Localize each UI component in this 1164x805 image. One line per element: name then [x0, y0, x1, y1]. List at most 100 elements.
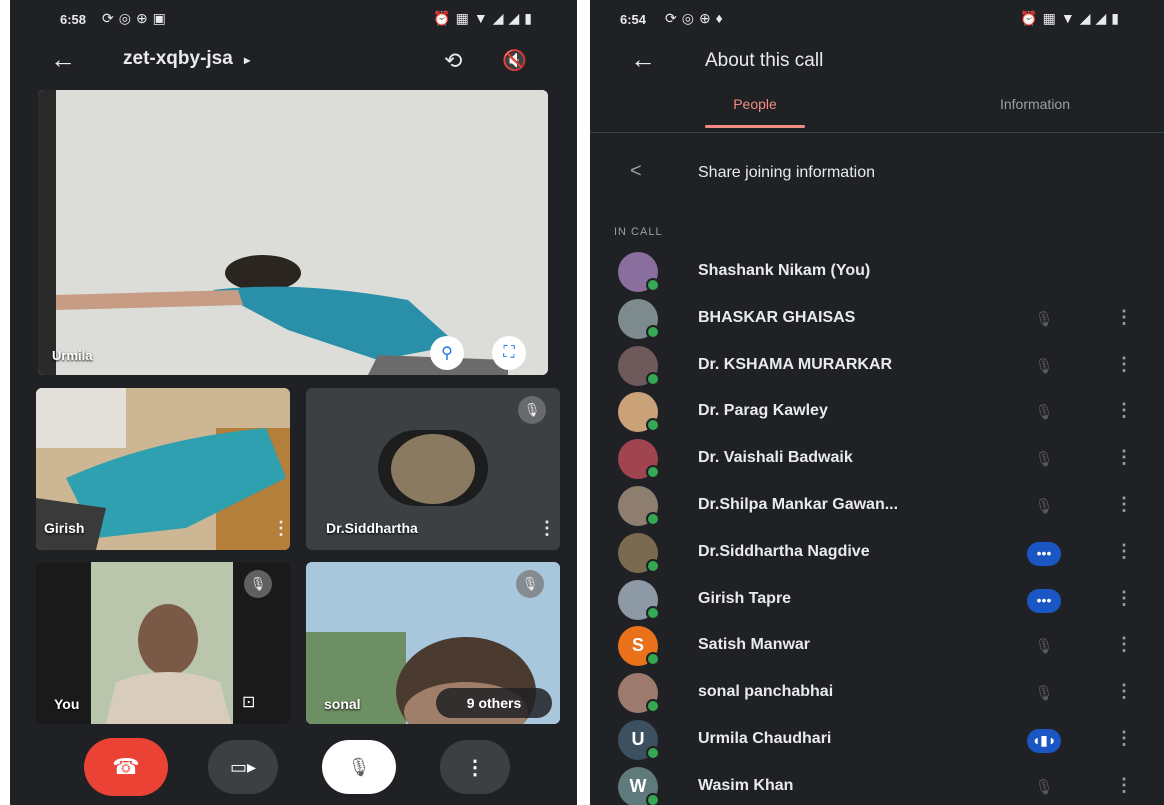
participant-row[interactable]: W Wasim Khan 🎙 ⋮ [590, 765, 1164, 805]
online-status-dot [646, 746, 660, 760]
more-options-icon[interactable]: ⋮ [1115, 541, 1133, 562]
more-options-icon[interactable]: ⋮ [1115, 775, 1133, 796]
avatar [618, 345, 660, 386]
mic-off-icon: 🎙 [1034, 404, 1054, 422]
mic-toggle-button[interactable]: 🎙 [322, 740, 396, 794]
online-status-dot [646, 278, 660, 292]
tab-people[interactable]: People [660, 96, 850, 132]
participant-name: Dr.Siddhartha Nagdive [698, 542, 870, 560]
tab-label: Information [999, 96, 1071, 112]
more-options-icon[interactable]: ⋮ [1115, 494, 1133, 515]
share-joining-info[interactable]: < Share joining information [590, 150, 1164, 196]
tab-indicator [705, 125, 805, 128]
participant-row[interactable]: S Satish Manwar 🎙 ⋮ [590, 624, 1164, 670]
profile-photo [391, 434, 475, 504]
camera-toggle-button[interactable]: ▭▸ [208, 740, 278, 794]
section-label: IN CALL [614, 226, 663, 238]
participant-name: Dr. Vaishali Badwaik [698, 449, 853, 467]
system-status-icons: ⏰▦▼◢◢▮ [1020, 10, 1124, 26]
meeting-code-text: zet-xqby-jsa [123, 48, 233, 69]
more-options-icon[interactable]: ⋮ [1115, 634, 1133, 655]
meeting-code[interactable]: zet-xqby-jsa ▸ [123, 48, 250, 70]
participant-row[interactable]: Girish Tapre ••• ⋮ [590, 578, 1164, 624]
share-label: Share joining information [698, 164, 875, 181]
online-status-dot [646, 792, 660, 805]
video-tile-girish[interactable]: Girish ⋮ [36, 388, 290, 550]
fullscreen-icon[interactable]: ⛶ [492, 336, 526, 370]
tile-name-label: Urmila [52, 348, 93, 363]
tile-name-label: You [54, 696, 80, 712]
tab-divider [590, 132, 1164, 133]
online-status-dot [646, 324, 660, 339]
mic-off-icon: 🎙 [1034, 310, 1054, 328]
video-tile-siddhartha[interactable]: 🎙 Dr.Siddhartha ⋮ [306, 388, 560, 550]
participant-row[interactable]: Dr.Siddhartha Nagdive ••• ⋮ [590, 531, 1164, 577]
speaking-indicator-icon: ◖▮◗ [1027, 729, 1061, 753]
more-options-icon[interactable]: ⋮ [538, 518, 556, 539]
back-arrow-icon[interactable]: ← [630, 44, 656, 75]
participant-row[interactable]: Dr.Shilpa Mankar Gawan... 🎙 ⋮ [590, 484, 1164, 530]
more-options-icon[interactable]: ⋮ [1115, 681, 1133, 702]
mic-off-icon: 🎙 [244, 570, 272, 598]
participant-name: Dr. KSHAMA MURARKAR [698, 355, 893, 373]
video-tile-you[interactable]: 🎙 You ⊡ [36, 562, 290, 724]
more-options-icon[interactable]: ⋮ [1115, 354, 1133, 375]
participant-name: sonal panchabhai [698, 683, 834, 701]
back-arrow-icon[interactable]: ← [50, 44, 76, 75]
online-status-dot [646, 465, 660, 480]
participant-row[interactable]: Shashank Nikam (You) [590, 250, 1164, 296]
mic-off-icon: 🎙 [347, 756, 371, 777]
video-tile-main[interactable]: Urmila ⚲ ⛶ [38, 90, 548, 375]
participant-name: Dr.Shilpa Mankar Gawan... [698, 496, 899, 513]
others-badge[interactable]: 9 others [436, 688, 552, 718]
online-status-dot [646, 652, 660, 667]
avatar [378, 430, 488, 506]
more-options-icon[interactable]: ⋮ [1115, 400, 1133, 421]
participant-row[interactable]: BHASKAR GHAISAS 🎙 ⋮ [590, 297, 1164, 343]
end-call-button[interactable]: ☎ [84, 738, 168, 796]
participant-row[interactable]: Dr. KSHAMA MURARKAR 🎙 ⋮ [590, 344, 1164, 390]
status-time: 6:58 [60, 12, 87, 27]
participant-name: BHASKAR GHAISAS [698, 308, 856, 326]
participant-row[interactable]: U Urmila Chaudhari ◖▮◗ ⋮ [590, 718, 1164, 764]
tab-information[interactable]: Information [930, 96, 1140, 132]
online-status-dot [646, 605, 660, 620]
participant-name: Wasim Khan [698, 776, 794, 794]
more-options-button[interactable]: ⋮ [440, 740, 510, 794]
pin-icon[interactable]: ⚲ [430, 336, 464, 370]
participant-row[interactable]: sonal panchabhai 🎙 ⋮ [590, 671, 1164, 717]
participant-name: Dr. Parag Kawley [698, 402, 828, 420]
status-bar: 6:54 ⟳◎⊕♦ ⏰▦▼◢◢▮ [590, 0, 1164, 40]
participant-name: Shashank Nikam (You) [698, 262, 871, 279]
avatar: S [618, 626, 660, 667]
avatar [618, 298, 660, 339]
mic-off-icon: 🎙 [1034, 685, 1054, 703]
notification-icons: ⟳◎⊕♦ [665, 10, 728, 26]
participant-name: Satish Manwar [698, 636, 811, 654]
participant-row[interactable]: Dr. Vaishali Badwaik 🎙 ⋮ [590, 437, 1164, 483]
status-bar: 6:58 ⟳◎⊕▣ ⏰▦▼◢◢▮ [10, 0, 577, 40]
more-options-icon[interactable]: ⋮ [1115, 447, 1133, 468]
mic-off-icon: 🎙 [1034, 638, 1054, 656]
participant-row[interactable]: Dr. Parag Kawley 🎙 ⋮ [590, 390, 1164, 436]
chevron-right-icon: ▸ [244, 53, 251, 67]
tab-label: People [733, 96, 777, 112]
more-vert-icon: ⋮ [465, 756, 485, 779]
avatar [618, 673, 660, 714]
mic-off-icon: 🎙 [1034, 357, 1054, 375]
tile-name-label: Dr.Siddhartha [326, 520, 418, 536]
video-tile-sonal[interactable]: 🎙 sonal 9 others [306, 562, 560, 724]
more-options-icon[interactable]: ⋮ [1115, 728, 1133, 749]
more-options-icon[interactable]: ⋮ [272, 518, 290, 539]
user-frame-icon[interactable]: ⊡ [242, 692, 255, 712]
speaker-off-icon[interactable]: 🔇 [502, 48, 527, 73]
mic-off-icon: 🎙 [1034, 498, 1054, 515]
mic-off-icon: 🎙 [1034, 451, 1054, 469]
avatar: U [618, 720, 660, 760]
more-options-icon[interactable]: ⋮ [1115, 588, 1133, 609]
notification-icons: ⟳◎⊕▣ [102, 10, 171, 26]
video-feed [38, 90, 548, 375]
switch-camera-icon[interactable]: ⟲ [444, 48, 462, 74]
avatar [618, 439, 660, 480]
more-options-icon[interactable]: ⋮ [1115, 307, 1133, 328]
